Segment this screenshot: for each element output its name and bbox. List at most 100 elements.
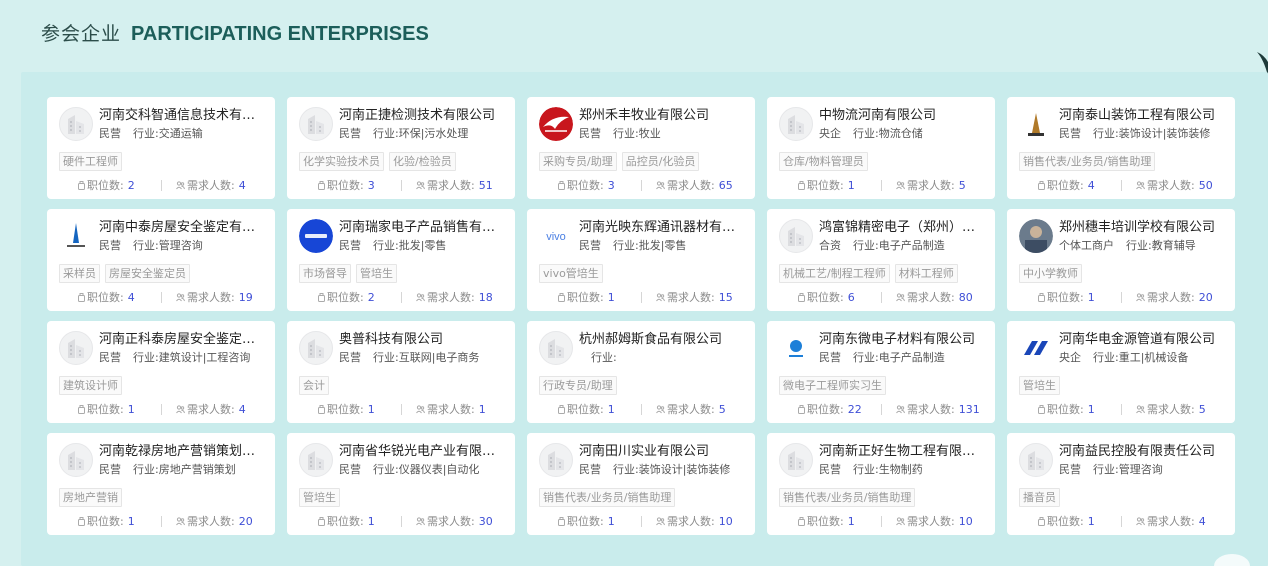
briefcase-icon [798,517,805,526]
enterprise-card[interactable]: 河南田川实业有限公司 民营 行业:装饰设计|装饰装修 销售代表/业务员/销售助理 … [527,433,755,535]
briefcase-icon [78,181,85,190]
positions-stat: 职位数: 1 [1038,403,1095,417]
positions-count: 3 [607,179,615,192]
job-tags: 市场督导 管培生 [299,264,397,283]
people-icon [896,293,905,302]
job-tag[interactable]: 采样员 [59,264,100,283]
enterprise-card[interactable]: 河南益民控股有限责任公司 民营 行业:管理咨询 播音员 职位数: 1 需求人数: 4 [1007,433,1235,535]
company-name: 河南东微电子材料有限公司 [819,332,976,347]
people-icon [416,405,425,414]
stats-divider [1121,516,1122,527]
enterprise-card[interactable]: 郑州禾丰牧业有限公司 民营 行业:牧业 采购专员/助理 品控员/化验员 职位数: 3 … [527,97,755,199]
job-tag[interactable]: 采购专员/助理 [539,152,617,171]
job-tag[interactable]: 中小学教师 [1019,264,1082,283]
positions-count: 1 [367,515,375,528]
job-tag[interactable]: 市场督导 [299,264,351,283]
people-icon [1136,293,1145,302]
demand-label: 需求人数: [667,515,715,528]
job-tag[interactable]: 化验/检验员 [389,152,456,171]
job-tag[interactable]: 房地产营销 [59,488,122,507]
job-tag[interactable]: 管培生 [356,264,397,283]
enterprise-card[interactable]: 河南交科智通信息技术有限公司 民营 行业:交通运输 硬件工程师 职位数: 2 需求人… [47,97,275,199]
briefcase-icon [318,517,325,526]
demand-stat: 需求人数: 80 [896,291,973,305]
enterprise-card[interactable]: 中物流河南有限公司 央企 行业:物流仓储 仓库/物料管理员 职位数: 1 需求人数:… [767,97,995,199]
positions-stat: 职位数: 1 [78,515,135,529]
enterprise-card[interactable]: 河南正捷检测技术有限公司 民营 行业:环保|污水处理 化学实验技术员 化验/检验员 … [287,97,515,199]
demand-stat: 需求人数: 18 [416,291,493,305]
enterprise-card[interactable]: 鸿富锦精密电子（郑州）有限公司 合资行业:电子产品制造 机械工艺/制程工程师材料… [767,209,995,311]
company-name: 河南省华锐光电产业有限公司 [339,444,503,459]
job-tag[interactable]: 微电子工程师实习生 [779,376,886,395]
job-tag[interactable]: 销售代表/业务员/销售助理 [1019,152,1156,171]
job-tags: 销售代表/业务员/销售助理 [539,488,676,507]
briefcase-icon [78,293,85,302]
demand-count: 10 [718,515,733,528]
company-type: 民营 [99,351,121,364]
enterprise-card[interactable]: 河南华电金源管道有限公司 央企 行业:重工|机械设备 管培生 职位数: 1 需求人数… [1007,321,1235,423]
demand-stat: 需求人数: 1 [416,403,486,417]
demand-stat: 需求人数: 10 [896,515,973,529]
people-icon [656,517,665,526]
positions-count: 2 [127,179,135,192]
default-building-icon [779,443,813,477]
company-name: 河南正捷检测技术有限公司 [339,108,496,123]
positions-label: 职位数: [327,179,364,192]
enterprise-card[interactable]: 杭州郝姆斯食品有限公司 行业: 行政专员/助理 职位数: 1 需求人数: 5 [527,321,755,423]
positions-stat: 职位数: 1 [798,515,855,529]
job-tags: 管培生 [1019,376,1060,395]
company-meta: 民营 行业:环保|污水处理 [339,126,507,142]
job-tag[interactable]: 机械工艺/制程工程师 [779,264,890,283]
enterprise-card[interactable]: 河南正科泰房屋安全鉴定有限公司 民营行业:建筑设计|工程咨询 建筑设计师 职位数… [47,321,275,423]
demand-count: 19 [238,291,253,304]
default-building-icon [299,331,333,365]
industry-label: 行业: [373,463,399,476]
company-industry: 交通运输 [158,127,203,140]
industry-label: 行业: [1093,463,1119,476]
job-tag[interactable]: 化学实验技术员 [299,152,384,171]
enterprise-card[interactable]: 郑州穗丰培训学校有限公司 个体工商户 行业:教育辅导 中小学教师 职位数: 1 需求… [1007,209,1235,311]
job-stats: 职位数: 1 需求人数: 5 [1007,403,1235,417]
job-tag[interactable]: 仓库/物料管理员 [779,152,868,171]
company-name: 河南华电金源管道有限公司 [1059,332,1216,347]
enterprise-card[interactable]: 河南泰山装饰工程有限公司 民营 行业:装饰设计|装饰装修 销售代表/业务员/销售助… [1007,97,1235,199]
job-tag[interactable]: vivo管培生 [539,264,603,283]
people-icon [416,293,425,302]
job-tag[interactable]: 销售代表/业务员/销售助理 [779,488,916,507]
company-meta: 民营 行业:生物制药 [819,462,987,478]
enterprise-card[interactable]: 河南省华锐光电产业有限公司 民营 行业:仪器仪表|自动化 管培生 职位数: 1 需求… [287,433,515,535]
enterprise-card[interactable]: 河南乾禄房地产营销策划有限公司 民营行业:房地产营销策划 房地产营销 职位数:1… [47,433,275,535]
default-building-icon [299,107,333,141]
job-tag[interactable]: 管培生 [299,488,340,507]
positions-count: 1 [847,179,855,192]
job-tag[interactable]: 材料工程师 [894,264,958,283]
job-tag[interactable]: 销售代表/业务员/销售助理 [539,488,676,507]
default-building-icon [59,331,93,365]
enterprise-card[interactable]: 河南新正好生物工程有限公司 民营 行业:生物制药 销售代表/业务员/销售助理 职位… [767,433,995,535]
job-tag[interactable]: 硬件工程师 [59,152,122,171]
enterprise-card[interactable]: 奥普科技有限公司 民营 行业:互联网|电子商务 会计 职位数: 1 需求人数: 1 [287,321,515,423]
job-tag[interactable]: 会计 [299,376,329,395]
job-tag[interactable]: 行政专员/助理 [539,376,617,395]
positions-label: 职位数: [87,403,124,416]
briefcase-icon [1038,181,1045,190]
job-tag[interactable]: 品控员/化验员 [621,152,700,171]
job-tag[interactable]: 房屋安全鉴定员 [105,264,190,283]
job-tag[interactable]: 播音员 [1019,488,1060,507]
industry-label: 行业: [853,127,879,140]
briefcase-icon [558,293,565,302]
positions-stat: 职位数: 1 [78,403,135,417]
demand-count: 1 [478,403,486,416]
section-title-en: PARTICIPATING ENTERPRISES [131,23,429,45]
industry-label: 行业: [591,351,617,364]
demand-stat: 需求人数: 65 [656,179,733,193]
enterprise-card[interactable]: 河南瑞家电子产品销售有限公司 民营 行业:批发|零售 市场督导 管培生 职位数: 2 … [287,209,515,311]
enterprise-card[interactable]: vivo 河南光映东辉通讯器材有限公司 民营 行业:批发|零售 vivo管培生 职… [527,209,755,311]
company-name: 河南中泰房屋安全鉴定有限公司 [99,220,263,235]
briefcase-icon [558,517,565,526]
job-tag[interactable]: 管培生 [1019,376,1060,395]
job-stats: 职位数: 22 需求人数: 131 [767,403,995,417]
job-tag[interactable]: 建筑设计师 [59,376,122,395]
enterprise-card[interactable]: 河南中泰房屋安全鉴定有限公司 民营 行业:管理咨询 采样员 房屋安全鉴定员 职位数:… [47,209,275,311]
enterprise-card[interactable]: 河南东微电子材料有限公司 民营 行业:电子产品制造 微电子工程师实习生 职位数: 2… [767,321,995,423]
